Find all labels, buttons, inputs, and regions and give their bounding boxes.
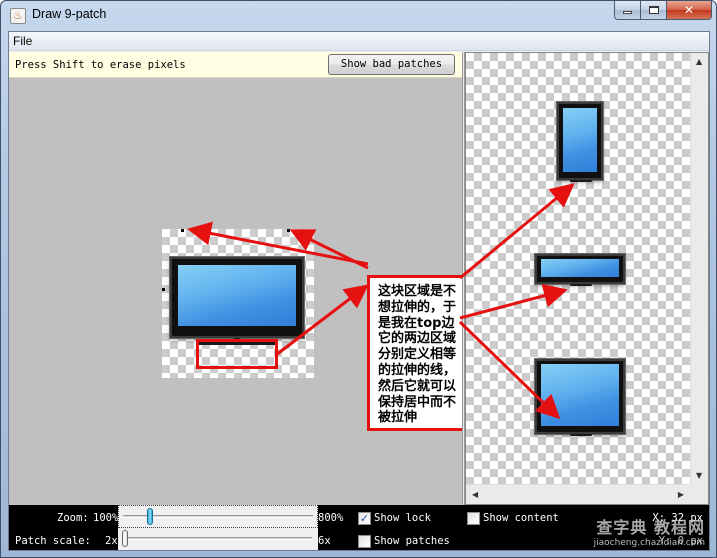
vertical-scrollbar[interactable]: ▲ ▼: [690, 53, 708, 484]
hint-bar: Press Shift to erase pixels Show bad pat…: [9, 52, 462, 78]
scroll-corner: [690, 484, 708, 504]
left-patch-marker[interactable]: [162, 288, 165, 291]
zoom-min-label: 100%: [93, 512, 119, 524]
zoom-slider-thumb[interactable]: [146, 508, 153, 525]
window-title: Draw 9-patch: [32, 7, 107, 21]
patch-scale-slider-track[interactable]: [122, 537, 312, 540]
scroll-down-icon[interactable]: ▼: [696, 471, 702, 480]
client-area: File Press Shift to erase pixels Show ba…: [8, 31, 710, 551]
annotation-callout: 这块区域是不想拉伸的，于是我在top边它的两边区域分别定义相等的拉伸的线，然后它…: [367, 275, 468, 431]
editor-pane[interactable]: Press Shift to erase pixels Show bad pat…: [9, 52, 468, 505]
preview-screen: [541, 364, 619, 426]
app-window: ♨ Draw 9-patch ✕ File Press Shift to era…: [0, 0, 717, 558]
tv-screen: [178, 265, 296, 326]
minimize-button[interactable]: [614, 1, 641, 20]
show-patches-checkbox[interactable]: [358, 535, 371, 548]
menu-file[interactable]: File: [13, 34, 32, 48]
patch-scale-min-label: 2x: [105, 535, 118, 547]
show-patches-label[interactable]: Show patches: [374, 535, 450, 547]
show-content-checkbox[interactable]: [467, 512, 480, 525]
status-controls: Zoom: 100% Patch scale: 2x 800% 6x ✓ Sho…: [9, 505, 709, 550]
show-content-label[interactable]: Show content: [483, 512, 559, 524]
window-controls: ✕: [614, 1, 712, 20]
zoom-slider[interactable]: [118, 505, 318, 528]
java-cup-icon: ♨: [10, 8, 26, 24]
preview-pane: ▲ ▼ ◀ ▶: [465, 52, 709, 505]
zoom-max-label: 800%: [318, 512, 344, 524]
watermark-main: 查字典 教程网: [596, 518, 705, 537]
horizontal-scrollbar[interactable]: ◀ ▶: [466, 484, 690, 504]
show-lock-checkbox[interactable]: ✓: [358, 512, 371, 525]
preview-screen: [541, 259, 619, 277]
top-patch-marker-right[interactable]: [287, 229, 290, 232]
scroll-right-icon[interactable]: ▶: [678, 490, 684, 499]
maximize-button[interactable]: [641, 1, 667, 20]
watermark-url: jiaocheng.chazidian.com: [593, 538, 705, 548]
close-button[interactable]: ✕: [667, 1, 712, 20]
slider-area: [118, 505, 318, 550]
vertical-stretched-preview: [557, 102, 603, 180]
hint-text: Press Shift to erase pixels: [15, 59, 186, 71]
scroll-up-icon[interactable]: ▲: [696, 57, 702, 66]
patch-scale-slider[interactable]: [118, 528, 318, 550]
preview-area: [466, 53, 690, 484]
top-patch-marker-left[interactable]: [181, 229, 184, 232]
minimize-icon: [623, 11, 632, 14]
patch-scale-max-label: 6x: [318, 535, 331, 547]
preview-stand: [570, 180, 592, 182]
maximize-icon: [648, 6, 659, 14]
close-icon: ✕: [683, 3, 695, 17]
title-bar[interactable]: ♨ Draw 9-patch ✕: [1, 1, 716, 31]
patch-scale-label: Patch scale:: [15, 535, 91, 547]
watermark: 查字典 教程网 jiaocheng.chazidian.com: [594, 514, 705, 548]
both-stretched-preview: [535, 359, 625, 434]
patch-scale-slider-thumb[interactable]: [122, 530, 128, 547]
show-bad-patches-button[interactable]: Show bad patches: [328, 54, 455, 75]
stand-highlight-box: [196, 339, 278, 369]
preview-stand: [570, 284, 592, 286]
horizontal-stretched-preview: [535, 254, 625, 284]
zoom-label: Zoom:: [57, 512, 89, 524]
show-lock-label[interactable]: Show lock: [374, 512, 431, 524]
annotation-text: 这块区域是不想拉伸的，于是我在top边它的两边区域分别定义相等的拉伸的线，然后它…: [378, 284, 457, 426]
preview-screen: [563, 108, 597, 172]
preview-stand: [570, 434, 592, 436]
menu-bar: File: [9, 32, 709, 51]
tv-image: [170, 257, 304, 338]
scroll-left-icon[interactable]: ◀: [472, 490, 478, 499]
